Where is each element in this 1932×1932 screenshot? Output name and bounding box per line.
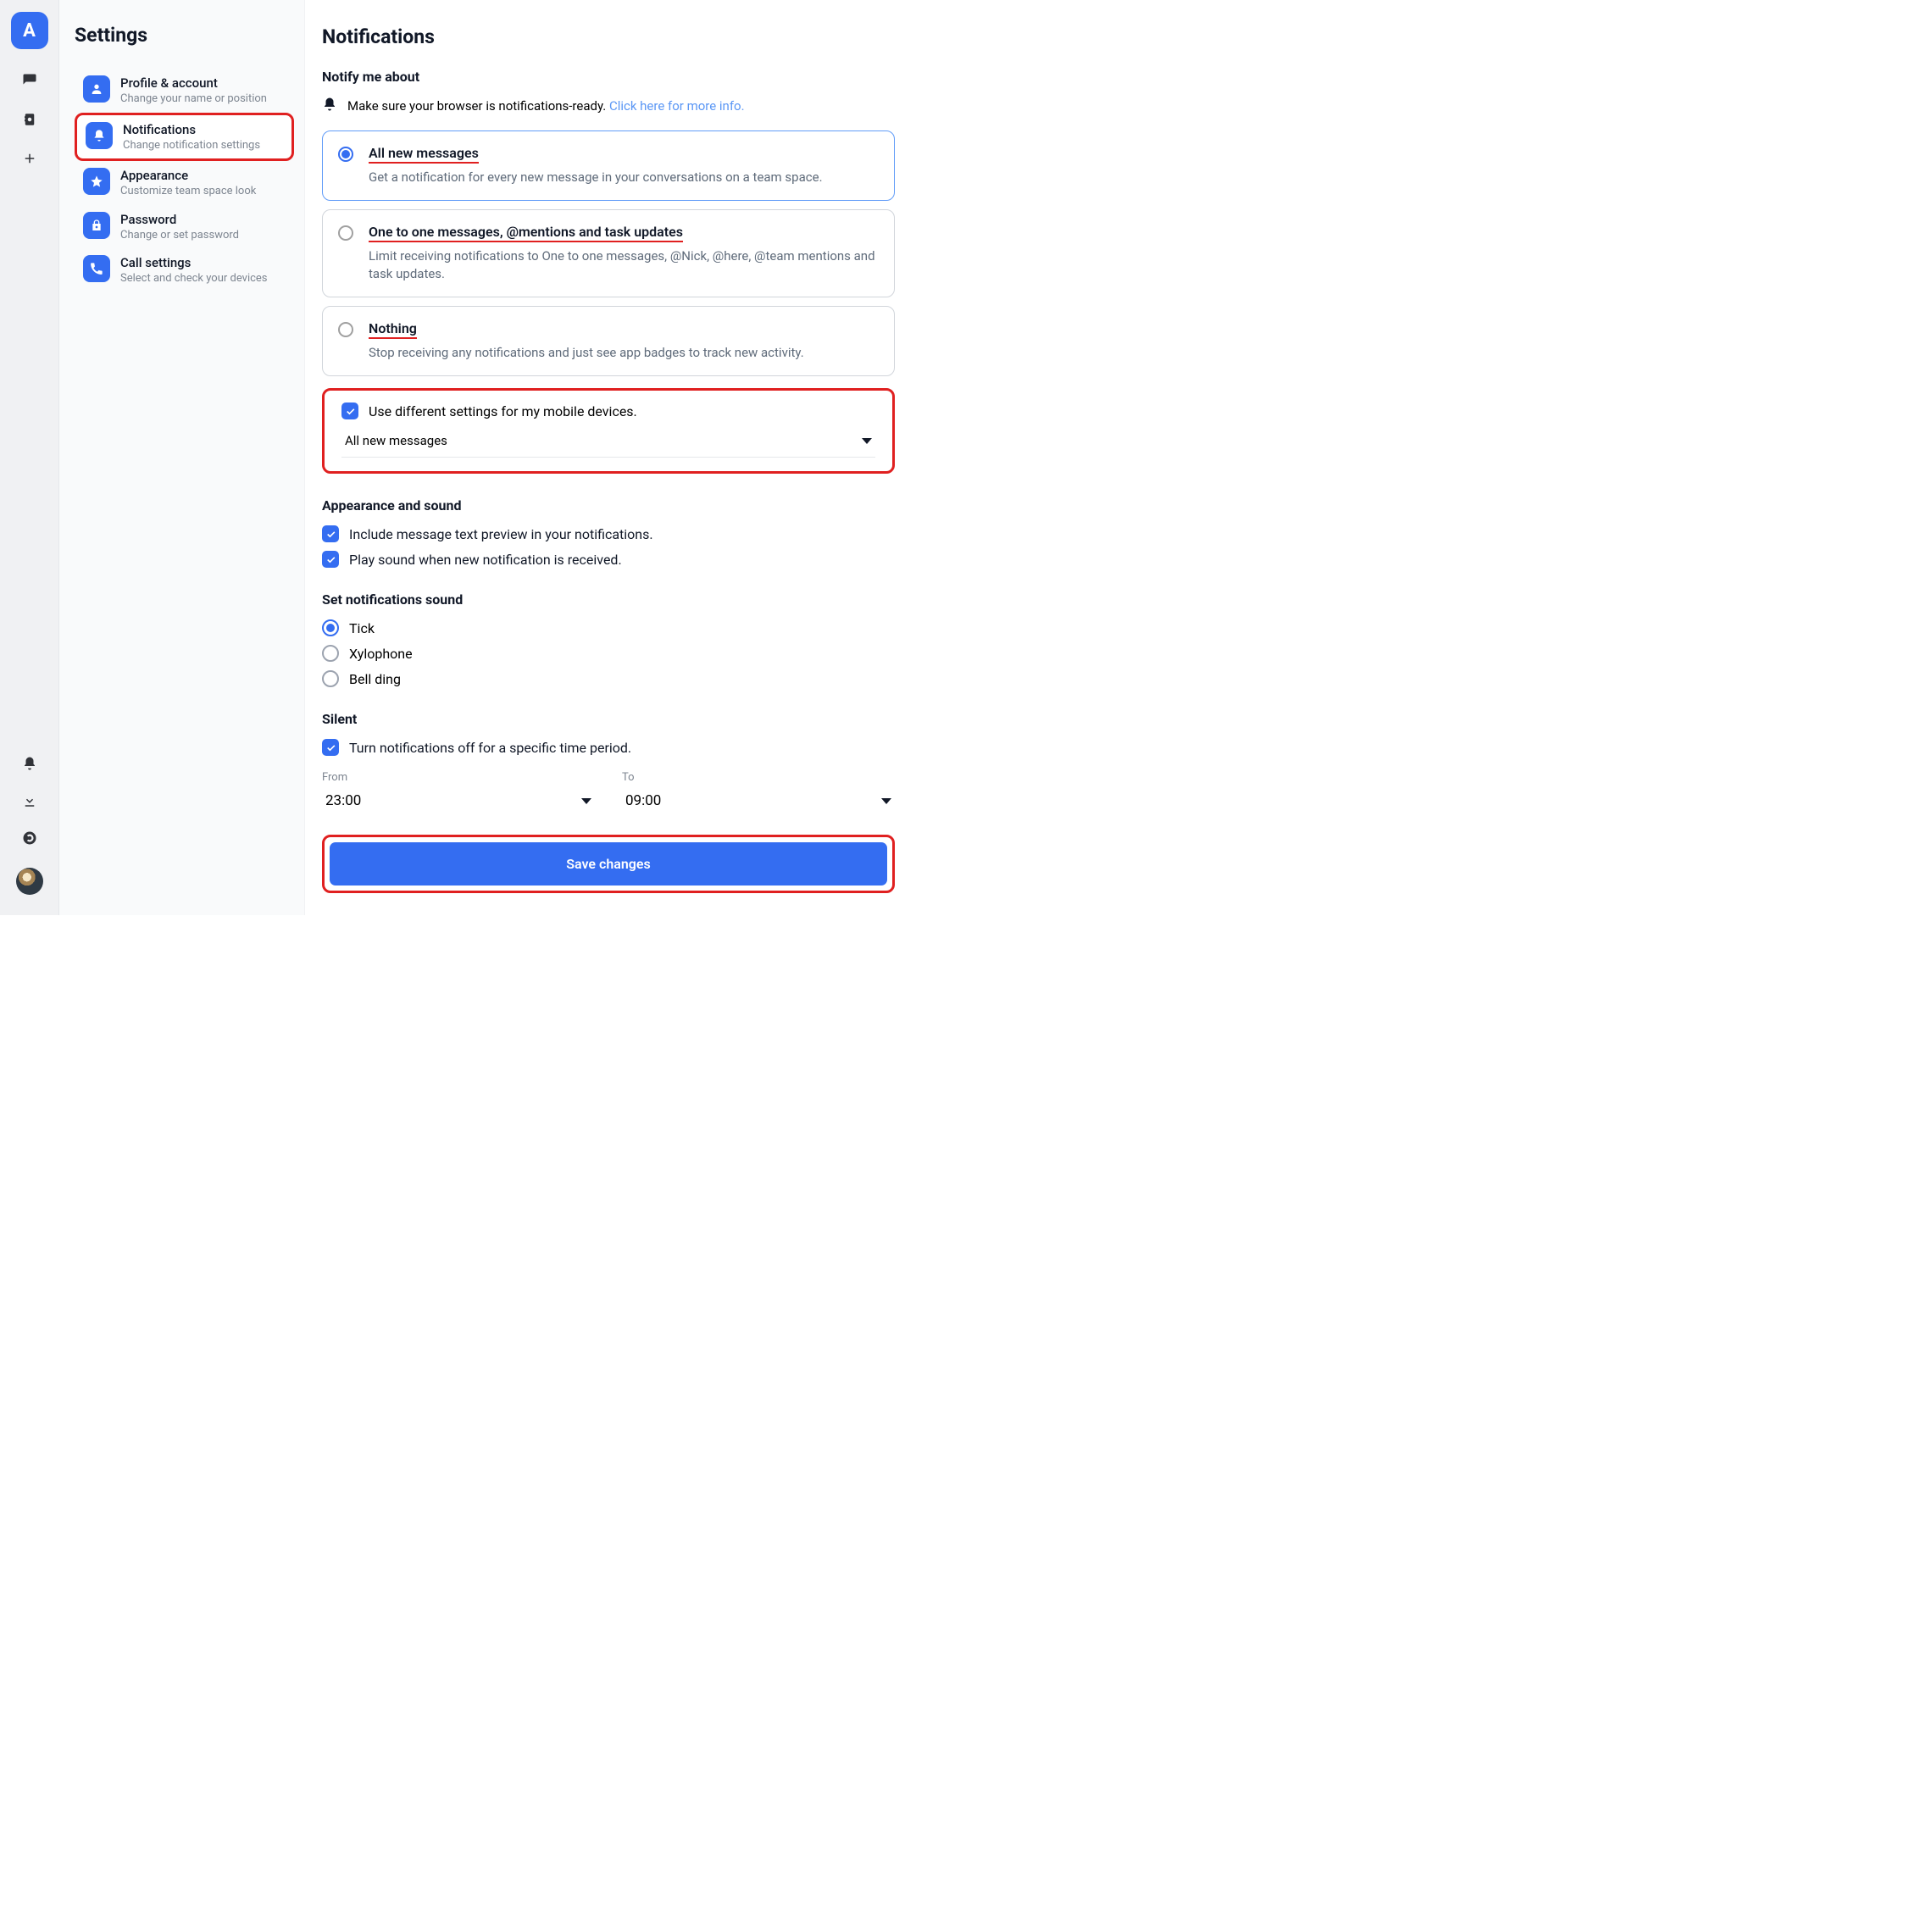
add-icon[interactable] [22,151,37,166]
appearance-heading: Appearance and sound [322,497,895,514]
silent-toggle-checkbox[interactable]: Turn notifications off for a specific ti… [322,739,895,756]
download-icon[interactable] [22,793,37,808]
settings-sidebar: Settings Profile & accountChange your na… [59,0,305,915]
help-icon[interactable] [22,830,37,846]
sound-label: Xylophone [349,646,413,662]
radio-icon [338,147,353,162]
sidebar-item-label: Appearance [120,168,256,183]
page-title: Notifications [322,25,895,48]
mobile-settings-box: Use different settings for my mobile dev… [322,388,895,474]
info-text: Make sure your browser is notifications-… [347,98,609,114]
sidebar-item-label: Notifications [123,122,260,137]
sidebar-item-desc: Change notification settings [123,139,260,153]
chat-icon[interactable] [22,73,37,88]
contacts-icon[interactable] [22,112,37,127]
profile-icon [83,75,110,103]
save-wrap: Save changes [322,835,895,893]
radio-icon [322,670,339,687]
checkbox-label: Turn notifications off for a specific ti… [349,740,631,756]
mobile-different-checkbox[interactable]: Use different settings for my mobile dev… [341,402,875,419]
play-sound-checkbox[interactable]: Play sound when new notification is rece… [322,551,895,568]
caret-down-icon [862,438,872,444]
sidebar-item-desc: Customize team space look [120,185,256,198]
phone-icon [83,255,110,282]
to-value: 09:00 [625,792,661,809]
sidebar-item-label: Call settings [120,255,268,270]
app-rail: A [0,0,59,915]
from-value: 23:00 [325,792,361,809]
option-desc: Get a notification for every new message… [369,169,823,186]
sidebar-item-appearance[interactable]: Appearance Customize team space look [75,161,294,205]
notify-heading: Notify me about [322,69,895,85]
checkbox-icon [322,525,339,542]
radio-icon [338,225,353,241]
main-content: Notifications Notify me about Make sure … [305,0,915,915]
to-time-dropdown[interactable]: 09:00 [622,789,895,816]
notify-option-all[interactable]: All new messages Get a notification for … [322,130,895,201]
sidebar-item-desc: Select and check your devices [120,272,268,286]
sidebar-item-desc: Change or set password [120,229,239,242]
sidebar-item-label: Password [120,212,239,227]
caret-down-icon [581,798,591,804]
option-desc: Limit receiving notifications to One to … [369,247,879,283]
bell-icon [86,122,113,149]
from-time-dropdown[interactable]: 23:00 [322,789,595,816]
lock-icon [83,212,110,239]
sidebar-item-call[interactable]: Call settings Select and check your devic… [75,248,294,292]
sound-option-xylophone[interactable]: Xylophone [322,645,895,662]
sidebar-item-password[interactable]: Password Change or set password [75,205,294,249]
option-title: All new messages [369,145,479,164]
bell-outline-icon [322,97,337,115]
checkbox-label: Use different settings for my mobile dev… [369,403,637,419]
option-title: Nothing [369,320,417,339]
sidebar-item-desc: Change your name or position [120,92,267,106]
sidebar-item-profile[interactable]: Profile & accountChange your name or pos… [75,69,294,113]
mobile-setting-dropdown[interactable]: All new messages [341,428,875,458]
radio-icon [322,619,339,636]
checkbox-label: Play sound when new notification is rece… [349,552,622,568]
sound-label: Tick [349,620,375,636]
dropdown-value: All new messages [345,433,447,448]
checkbox-icon [341,402,358,419]
radio-icon [322,645,339,662]
checkbox-label: Include message text preview in your not… [349,526,653,542]
sound-option-bellding[interactable]: Bell ding [322,670,895,687]
save-button[interactable]: Save changes [330,842,887,886]
checkbox-icon [322,551,339,568]
info-link[interactable]: Click here for more info. [609,98,745,114]
sidebar-title: Settings [75,24,294,47]
caret-down-icon [881,798,891,804]
option-title: One to one messages, @mentions and task … [369,224,683,242]
from-label: From [322,771,595,784]
radio-icon [338,322,353,337]
silent-heading: Silent [322,711,895,727]
notify-option-nothing[interactable]: Nothing Stop receiving any notifications… [322,306,895,376]
option-desc: Stop receiving any notifications and jus… [369,344,804,362]
checkbox-icon [322,739,339,756]
sound-heading: Set notifications sound [322,591,895,608]
preview-checkbox[interactable]: Include message text preview in your not… [322,525,895,542]
sound-option-tick[interactable]: Tick [322,619,895,636]
notify-option-mentions[interactable]: One to one messages, @mentions and task … [322,209,895,297]
browser-info-line: Make sure your browser is notifications-… [322,97,895,115]
app-logo[interactable]: A [11,12,48,49]
sidebar-item-label: Profile & account [120,75,267,91]
star-icon [83,168,110,195]
sound-label: Bell ding [349,671,401,687]
to-label: To [622,771,895,784]
bell-muted-icon[interactable] [22,756,37,771]
user-avatar[interactable] [16,868,43,895]
sidebar-item-notifications[interactable]: Notifications Change notification setting… [75,113,294,162]
